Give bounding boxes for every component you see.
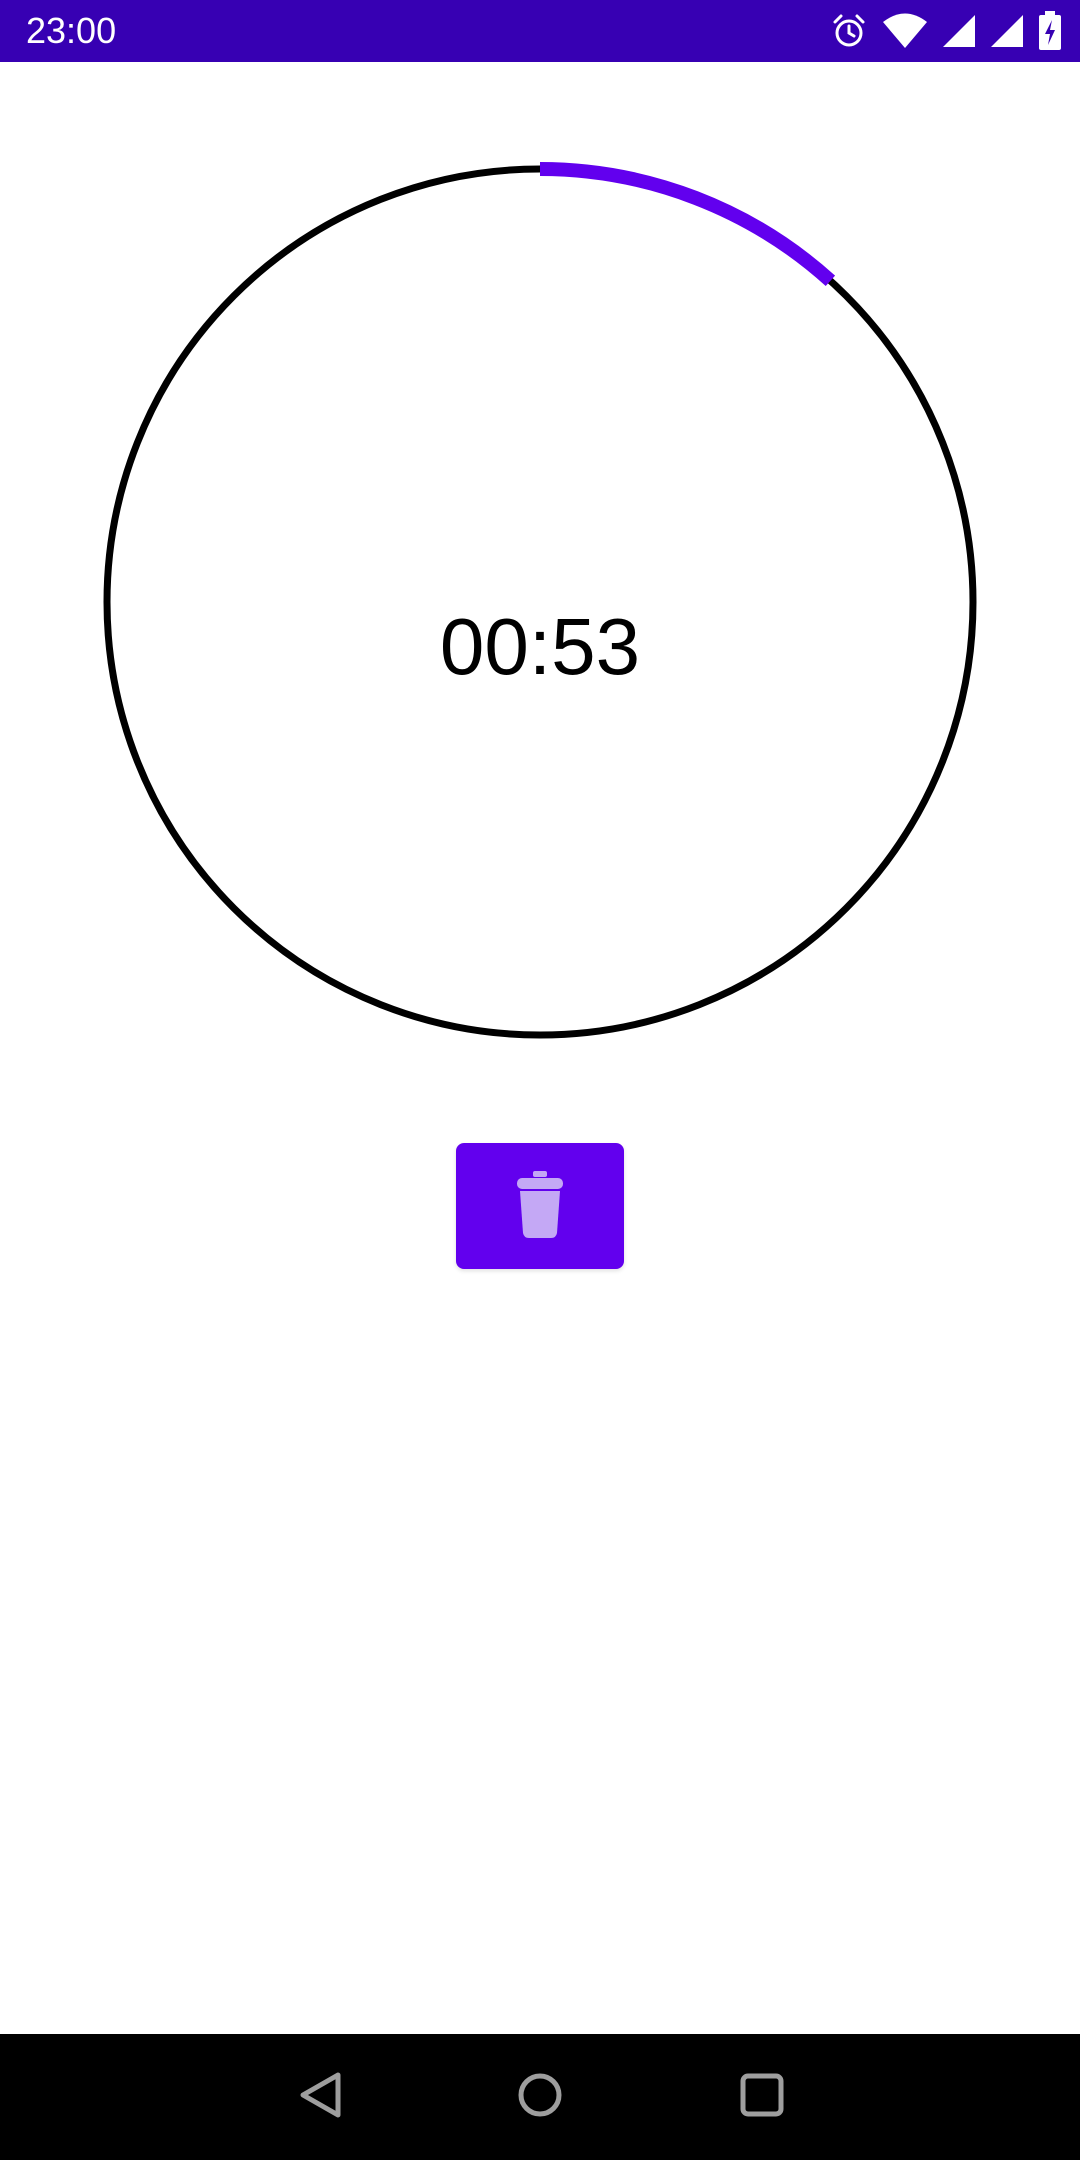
back-icon bbox=[298, 2071, 342, 2124]
wifi-icon bbox=[882, 13, 928, 49]
back-button[interactable] bbox=[285, 2062, 355, 2132]
status-icons bbox=[830, 10, 1062, 52]
cellular-signal-icon bbox=[990, 14, 1024, 48]
delete-button[interactable] bbox=[456, 1143, 624, 1269]
status-time: 23:00 bbox=[26, 10, 117, 51]
recents-button[interactable] bbox=[727, 2062, 797, 2132]
alarm-icon bbox=[830, 12, 868, 50]
battery-charging-icon bbox=[1038, 11, 1062, 51]
timer-ring bbox=[103, 162, 977, 1039]
trash-icon bbox=[516, 1170, 564, 1242]
home-button[interactable] bbox=[505, 2062, 575, 2132]
timer-area: 00:53 bbox=[0, 62, 1080, 1062]
recents-icon bbox=[739, 2072, 785, 2123]
timer-screen: 23:00 00:53 bbox=[0, 0, 1080, 2160]
navigation-bar bbox=[0, 2034, 1080, 2160]
cellular-signal-icon bbox=[942, 14, 976, 48]
timer-progress-arc bbox=[539, 162, 836, 287]
home-icon bbox=[516, 2071, 564, 2124]
timer-display: 00:53 bbox=[439, 602, 641, 691]
status-bar: 23:00 bbox=[0, 0, 1080, 62]
